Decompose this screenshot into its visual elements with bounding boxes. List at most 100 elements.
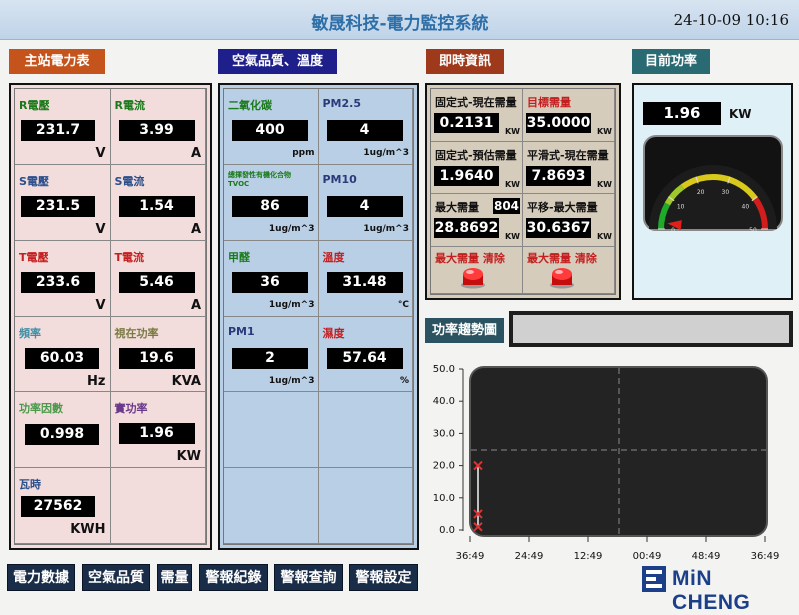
empty-cell [224,468,319,544]
tvoc-label: 總揮發性有機化合物 TVOC [228,171,291,189]
s-voltage-cell: S電壓 231.5 V [15,164,111,241]
t-voltage-label: T電壓 [19,250,49,264]
max-demand-unit: KW [504,232,520,242]
current-power-panel: 1.96 KW 0 10 20 30 40 50 [632,83,793,300]
power-factor-cell: 功率因數 0.998 [15,392,111,469]
chart-x-tick-label: 00:49 [633,551,662,562]
r-current-unit: A [190,146,201,161]
s-voltage-value: 231.5 [21,195,95,217]
s-current-unit: A [190,221,201,237]
r-voltage-label: R電壓 [19,99,50,112]
tvoc-label-zh: 總揮發性有機化合物 [228,170,291,179]
clear-max-demand-label: 最大需量 清除 [527,251,597,265]
fixed-current-demand-value: 0.2131 [434,113,499,133]
co2-value: 400 [232,120,308,141]
fixed-current-demand-label: 固定式-現在需量 [435,96,517,109]
frequency-cell: 頻率 60.03 Hz [15,316,111,393]
co2-label: 二氧化碳 [228,99,272,112]
pm25-cell: PM2.5 4 1ug/m^3 [318,89,413,165]
chart-x-tick-label: 36:49 [456,551,485,562]
nav-demand-button[interactable]: 需量 [157,564,192,591]
real-power-label: 實功率 [114,402,148,416]
s-current-cell: S電流 1.54 A [110,164,206,241]
power-factor-value: 0.998 [25,424,99,446]
pm1-label: PM1 [228,324,255,338]
trend-status-bar [509,311,793,347]
chart-y-tick-label: 40.0 [433,396,455,407]
logo-mark-icon [642,566,666,592]
current-power-tab: 目前功率 [632,49,710,74]
max-demand-label: 最大需量 [435,201,479,215]
power-meter-panel: R電壓 231.7 V R電流 3.99 A S電壓 231.5 V S電流 1… [9,83,212,550]
clear-max-demand-right[interactable]: 最大需量 清除 [523,246,615,294]
fixed-forecast-demand-value: 1.9640 [434,165,499,186]
power-gauge: 0 10 20 30 40 50 [643,135,783,231]
r-voltage-cell: R電壓 231.7 V [15,89,111,165]
header-bar: 敏晟科技-電力監控系統 24-10-09 10:16 [0,0,799,40]
energy-label: 瓦時 [19,478,41,492]
company-logo: MiN CHENG [640,565,792,614]
tvoc-value: 86 [232,195,308,217]
pm25-label: PM2.5 [322,97,362,110]
humidity-value: 57.64 [326,347,403,369]
pm1-cell: PM1 2 1ug/m^3 [224,316,319,393]
formaldehyde-label: 甲醛 [228,250,250,264]
co2-cell: 二氧化碳 400 ppm [224,89,319,165]
apparent-power-unit: KVA [171,373,201,389]
air-quality-panel: 二氧化碳 400 ppm PM2.5 4 1ug/m^3 總揮發性有機化合物 TV… [218,83,419,550]
fixed-current-demand-cell: 固定式-現在需量 0.2131 KW [431,89,523,142]
app-title: 敏晟科技-電力監控系統 [311,14,489,34]
power-trend-tab: 功率趨勢圖 [425,318,504,343]
t-current-value: 5.46 [118,271,195,293]
power-factor-label: 功率因數 [19,402,63,416]
fixed-forecast-demand-label: 固定式-預估需量 [435,148,517,162]
smooth-current-demand-cell: 平滑式-現在需量 7.8693 KW [523,141,615,195]
max-demand-cell: 最大需量 804 28.8692 KW [431,194,523,247]
pm25-unit: 1ug/m^3 [363,148,409,158]
apparent-power-cell: 視在功率 19.6 KVA [110,316,206,393]
empty-cell [110,468,206,544]
shift-max-demand-label: 平移-最大需量 [527,201,598,215]
t-voltage-unit: V [95,297,106,313]
clear-max-demand-left[interactable]: 最大需量 清除 [431,246,523,294]
t-voltage-cell: T電壓 233.6 V [15,240,111,317]
chart-y-tick-label: 50.0 [433,364,455,375]
nav-power-data-button[interactable]: 電力數據 [7,564,75,591]
nav-alarm-settings-button[interactable]: 警報設定 [349,564,418,591]
temperature-value: 31.48 [326,271,403,293]
real-power-value: 1.96 [118,423,195,445]
chart-x-tick-label: 48:49 [692,551,721,562]
nav-air-quality-button[interactable]: 空氣品質 [82,564,150,591]
nav-alarm-query-button[interactable]: 警報查詢 [274,564,343,591]
frequency-unit: Hz [87,373,106,389]
temperature-cell: 溫度 31.48 °C [318,240,413,317]
energy-unit: KWH [70,522,106,538]
red-alarm-button-icon[interactable] [549,265,575,289]
tvoc-unit: 1ug/m^3 [268,223,315,234]
gauge-tick-label: 40 [742,203,750,210]
chart-x-tick-label: 36:49 [751,551,780,562]
gauge-tick-label: 10 [677,203,685,210]
real-power-cell: 實功率 1.96 KW [110,392,206,469]
power-meter-tab: 主站電力表 [9,49,105,74]
apparent-power-label: 視在功率 [114,326,159,340]
gauge-tick-label: 20 [697,189,705,196]
nav-alarm-log-button[interactable]: 警報紀錄 [199,564,268,591]
energy-cell: 瓦時 27562 KWH [15,468,111,544]
target-demand-value: 35.0000 [526,113,591,133]
formaldehyde-value: 36 [232,271,308,293]
tvoc-label-en: TVOC [228,179,250,188]
r-current-label: R電流 [114,99,145,112]
current-power-value: 1.96 [643,102,721,125]
pm10-value: 4 [326,195,403,217]
chart-y-tick-label: 10.0 [433,493,455,504]
air-quality-tab: 空氣品質、溫度 [218,49,337,74]
empty-cell [318,468,413,544]
s-current-value: 1.54 [118,195,195,217]
fixed-current-demand-unit: KW [504,127,520,136]
red-alarm-button-icon[interactable] [460,265,486,289]
empty-cell [224,392,319,469]
t-current-label: T電流 [114,250,145,264]
shift-max-demand-unit: KW [596,232,612,242]
smooth-current-demand-value: 7.8693 [526,165,591,186]
